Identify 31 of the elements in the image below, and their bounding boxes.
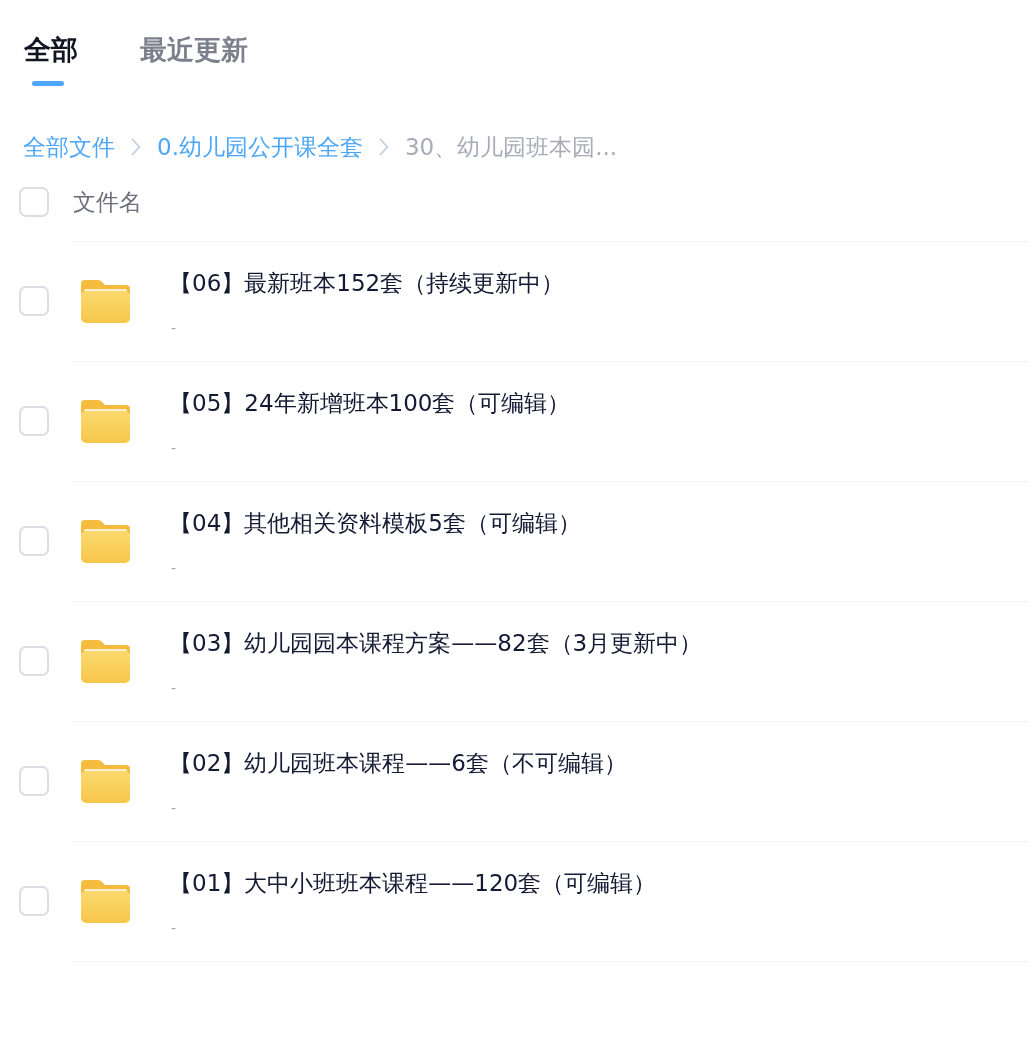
folder-name[interactable]: 【06】最新班本152套（持续更新中） (169, 268, 565, 298)
column-header: 文件名 (73, 188, 142, 217)
folder-detail: - (171, 440, 177, 456)
chevron-right-icon (378, 138, 389, 156)
folder-detail: - (171, 560, 177, 576)
folder-icon (81, 520, 130, 563)
folder-icon (81, 400, 130, 443)
folder-name[interactable]: 【04】其他相关资料模板5套（可编辑） (169, 508, 581, 538)
tab[interactable]: 最近更新 (140, 33, 248, 67)
row-checkbox[interactable] (19, 406, 49, 436)
row-checkbox[interactable] (19, 286, 49, 316)
folder-name[interactable]: 【03】幼儿园园本课程方案——82套（3月更新中） (169, 628, 703, 658)
folder-icon (81, 640, 130, 683)
select-all-checkbox[interactable] (19, 187, 49, 217)
chevron-right-icon (131, 138, 141, 156)
tab[interactable]: 全部 (24, 33, 78, 67)
folder-name[interactable]: 【02】幼儿园班本课程——6套（不可编辑） (169, 748, 627, 778)
folder-icon (81, 880, 130, 923)
folder-detail: - (171, 920, 177, 936)
folder-icon (81, 760, 130, 803)
folder-name[interactable]: 【05】24年新增班本100套（可编辑） (169, 388, 571, 418)
row-checkbox[interactable] (19, 526, 49, 556)
row-checkbox[interactable] (19, 886, 49, 916)
active-tab-indicator (32, 81, 64, 86)
folder-icon (81, 280, 130, 323)
folder-detail: - (171, 680, 177, 696)
row-checkbox[interactable] (19, 766, 49, 796)
folder-detail: - (171, 320, 177, 336)
folder-detail: - (171, 800, 177, 816)
folder-name[interactable]: 【01】大中小班班本课程——120套（可编辑） (169, 868, 657, 898)
row-checkbox[interactable] (19, 646, 49, 676)
